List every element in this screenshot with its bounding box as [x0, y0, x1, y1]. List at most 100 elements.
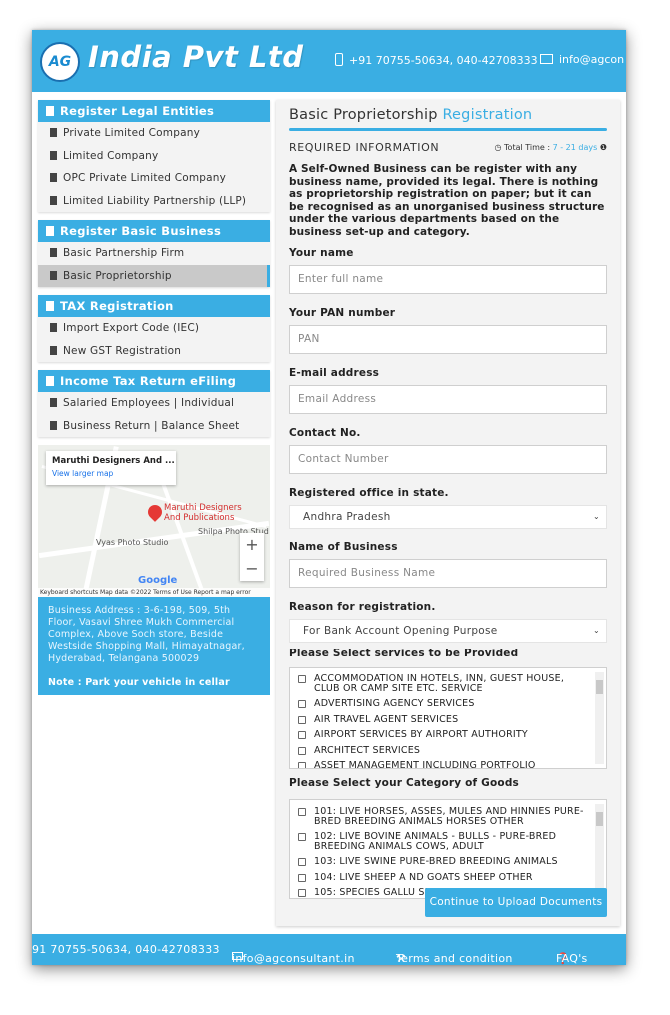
- business-name-input[interactable]: Required Business Name: [289, 559, 607, 588]
- list-item[interactable]: ARCHITECT SERVICES: [290, 744, 606, 756]
- panel-heading[interactable]: TAX Registration: [38, 295, 270, 317]
- sidebar-item-limited-company[interactable]: Limited Company: [38, 145, 270, 168]
- brand-name[interactable]: India Pvt Ltd: [88, 40, 304, 74]
- page-frame: AG India Pvt Ltd +91 70755-50634, 040-42…: [32, 30, 626, 965]
- sidebar-item-iec[interactable]: Import Export Code (IEC): [38, 317, 270, 340]
- list-item[interactable]: AIR TRAVEL AGENT SERVICES: [290, 714, 606, 725]
- list-item[interactable]: 101: LIVE HORSES, ASSES, MULES AND HINNI…: [290, 807, 606, 826]
- pan-input[interactable]: PAN: [289, 325, 607, 354]
- checkbox[interactable]: [298, 731, 306, 739]
- panel-heading[interactable]: Register Legal Entities: [38, 100, 270, 122]
- sidebar-item-proprietorship[interactable]: Basic Proprietorship: [38, 264, 270, 287]
- location-map[interactable]: Maruthi Designers And ... View larger ma…: [38, 445, 270, 597]
- business-address: Business Address : 3-6-198, 509, 5th Flo…: [48, 605, 245, 664]
- map-pin-icon[interactable]: [145, 502, 165, 522]
- panel-heading-text: Income Tax Return eFiling: [60, 374, 237, 388]
- document-icon: [50, 270, 57, 280]
- goods-option: 103: LIVE SWINE PURE-BRED BREEDING ANIMA…: [314, 856, 558, 867]
- service-option: AIRPORT SERVICES BY AIRPORT AUTHORITY: [314, 729, 528, 740]
- chevron-down-icon: ⌄: [592, 512, 600, 521]
- sidebar-item-label: New GST Registration: [63, 344, 182, 357]
- panel-heading-text: Register Basic Business: [60, 224, 222, 238]
- name-input[interactable]: Enter full name: [289, 265, 607, 294]
- map-place-name: Maruthi Designers And ...: [52, 456, 175, 466]
- header-phone[interactable]: +91 70755-50634, 040-42708333: [335, 53, 538, 67]
- list-item[interactable]: ADVERTISING AGENCY SERVICES: [290, 699, 606, 709]
- sidebar-panel-itr: Income Tax Return eFiling Salaried Emplo…: [38, 370, 270, 437]
- map-pin-label: Maruthi Designers And Publications: [164, 503, 242, 523]
- sidebar-item-opc[interactable]: OPC Private Limited Company: [38, 167, 270, 190]
- goods-option: 101: LIVE HORSES, ASSES, MULES AND HINNI…: [314, 806, 584, 827]
- zoom-in-icon[interactable]: +: [240, 533, 264, 557]
- service-option: ARCHITECT SERVICES: [314, 744, 421, 756]
- footer-email-text: info@agconsultant.in: [232, 952, 355, 965]
- checkbox[interactable]: [298, 746, 306, 755]
- email-input[interactable]: Email Address: [289, 385, 607, 414]
- contact-input[interactable]: Contact Number: [289, 445, 607, 474]
- registration-form: Basic Proprietorship Registration REQUIR…: [276, 100, 620, 926]
- footer-phone[interactable]: 91 70755-50634, 040-42708333: [32, 943, 220, 956]
- scroll-thumb[interactable]: [596, 680, 603, 694]
- name-label: Your name: [289, 247, 354, 259]
- service-option: ACCOMMODATION IN HOTELS, INN, GUEST HOUS…: [314, 673, 565, 694]
- state-select[interactable]: Andhra Pradesh ⌄: [289, 505, 607, 529]
- sidebar-panel-basic: Register Basic Business Basic Partnershi…: [38, 220, 270, 287]
- document-icon: [50, 323, 57, 332]
- checkbox[interactable]: [298, 675, 306, 683]
- checkbox[interactable]: [298, 833, 306, 841]
- sidebar-item-gst[interactable]: New GST Registration: [38, 340, 270, 363]
- sidebar-item-business-return[interactable]: Business Return | Balance Sheet: [38, 415, 270, 438]
- reason-select[interactable]: For Bank Account Opening Purpose ⌄: [289, 619, 607, 643]
- list-item[interactable]: ACCOMMODATION IN HOTELS, INN, GUEST HOUS…: [290, 674, 606, 693]
- continue-upload-button[interactable]: Continue to Upload Documents: [425, 888, 607, 917]
- list-item[interactable]: ASSET MANAGEMENT INCLUDING PORTFOLIO: [290, 761, 606, 768]
- document-icon: [50, 345, 57, 355]
- services-scrollbar[interactable]: [595, 672, 604, 764]
- zoom-out-icon[interactable]: −: [240, 557, 264, 581]
- panel-heading[interactable]: Income Tax Return eFiling: [38, 370, 270, 392]
- list-item[interactable]: 102: LIVE BOVINE ANIMALS - BULLS - PURE-…: [290, 832, 606, 851]
- header-email[interactable]: info@agcon: [540, 53, 624, 66]
- parking-note: Note : Park your vehicle in cellar: [48, 677, 230, 688]
- goods-list[interactable]: 101: LIVE HORSES, ASSES, MULES AND HINNI…: [289, 799, 607, 899]
- list-item[interactable]: 103: LIVE SWINE PURE-BRED BREEDING ANIMA…: [290, 857, 606, 867]
- sidebar-item-partnership[interactable]: Basic Partnership Firm: [38, 242, 270, 265]
- checkbox[interactable]: [298, 762, 306, 768]
- address-box: Business Address : 3-6-198, 509, 5th Flo…: [38, 597, 270, 695]
- email-label: E-mail address: [289, 367, 380, 379]
- sidebar-item-label: Salaried Employees | Individual: [63, 397, 235, 409]
- service-option: ADVERTISING AGENCY SERVICES: [314, 698, 475, 709]
- sidebar-item-llp[interactable]: Limited Liability Partnership (LLP): [38, 190, 270, 213]
- info-icon[interactable]: ❶: [600, 143, 607, 152]
- sidebar-item-label: Private Limited Company: [63, 127, 200, 139]
- logo[interactable]: AG: [40, 42, 80, 82]
- list-item[interactable]: AIRPORT SERVICES BY AIRPORT AUTHORITY: [290, 730, 606, 740]
- goods-scrollbar[interactable]: [595, 804, 604, 894]
- checkbox[interactable]: [298, 808, 306, 816]
- list-item[interactable]: 104: LIVE SHEEP A ND GOATS SHEEP OTHER: [290, 872, 606, 883]
- checkbox[interactable]: [298, 873, 306, 882]
- checkbox[interactable]: [298, 715, 306, 724]
- scroll-thumb[interactable]: [596, 812, 603, 826]
- sidebar-item-private-limited[interactable]: Private Limited Company: [38, 122, 270, 145]
- checkbox[interactable]: [298, 858, 306, 866]
- services-list[interactable]: ACCOMMODATION IN HOTELS, INN, GUEST HOUS…: [289, 667, 607, 769]
- panel-heading-text: TAX Registration: [60, 299, 174, 313]
- reason-label: Reason for registration.: [289, 601, 436, 613]
- sidebar-item-label: Business Return | Balance Sheet: [63, 419, 240, 432]
- document-icon: [46, 226, 54, 236]
- panel-heading[interactable]: Register Basic Business: [38, 220, 270, 242]
- document-icon: [50, 128, 57, 137]
- sidebar-item-salaried[interactable]: Salaried Employees | Individual: [38, 392, 270, 415]
- view-larger-map-link[interactable]: View larger map: [52, 469, 170, 478]
- map-info-card: Maruthi Designers And ... View larger ma…: [46, 451, 176, 485]
- header-email-text: info@agcon: [559, 53, 625, 66]
- map-zoom-control[interactable]: + −: [240, 533, 264, 581]
- goods-option: 102: LIVE BOVINE ANIMALS - BULLS - PURE-…: [314, 831, 557, 852]
- checkbox[interactable]: [298, 889, 306, 897]
- document-icon: [50, 420, 57, 430]
- form-title-accent: Registration: [442, 107, 533, 123]
- footer-terms-text: Terms and condition: [396, 952, 513, 965]
- site-footer: 91 70755-50634, 040-42708333 info@agcons…: [32, 934, 626, 965]
- checkbox[interactable]: [298, 700, 306, 708]
